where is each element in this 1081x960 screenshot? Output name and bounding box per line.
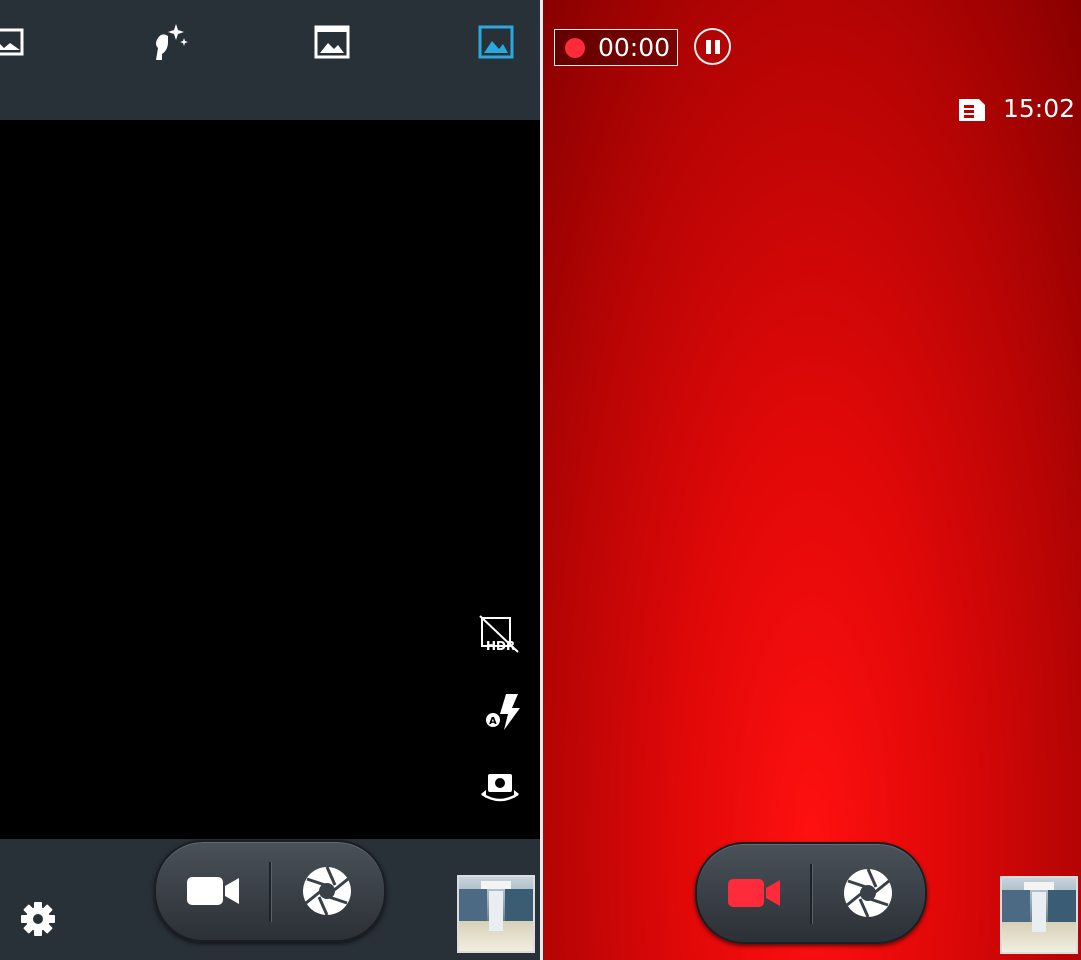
switch-camera-icon xyxy=(481,774,519,802)
recording-time: 00:00 xyxy=(598,33,671,62)
right-recording-screen: 00:00 15:02 xyxy=(543,0,1081,960)
flash-auto-icon: A xyxy=(486,694,520,730)
thumb-shelf-left xyxy=(1002,890,1030,924)
gallery-thumbnail[interactable] xyxy=(457,875,535,953)
frame-mode-button[interactable] xyxy=(308,18,356,66)
thumb-sign xyxy=(481,881,511,889)
landscape-mode-button[interactable] xyxy=(472,18,520,66)
photo-frame-icon xyxy=(314,25,350,59)
hdr-toggle[interactable]: HDR xyxy=(478,612,522,656)
stop-record-button[interactable] xyxy=(697,844,811,942)
mode-bar xyxy=(0,0,540,120)
shutter-icon xyxy=(844,868,892,918)
record-dot-icon xyxy=(565,37,585,58)
shutter-icon xyxy=(303,866,351,916)
flash-toggle[interactable]: A xyxy=(480,690,524,734)
pause-button[interactable] xyxy=(694,28,731,65)
capture-pill xyxy=(695,842,927,944)
video-camera-icon xyxy=(187,877,239,905)
video-camera-icon xyxy=(728,879,780,907)
settings-button[interactable] xyxy=(18,899,58,939)
gear-icon xyxy=(21,902,55,936)
panorama-icon xyxy=(0,28,24,56)
remaining-time: 15:02 xyxy=(1003,94,1076,123)
left-camera-screen: HDR A xyxy=(0,0,540,960)
thumb-sign xyxy=(1024,882,1054,890)
beauty-mode-button[interactable] xyxy=(144,18,192,66)
switch-camera-button[interactable] xyxy=(478,766,522,810)
thumb-aisle xyxy=(1032,892,1046,932)
panorama-mode-button[interactable] xyxy=(0,18,26,66)
svg-text:A: A xyxy=(489,716,497,727)
beauty-face-icon xyxy=(156,24,188,60)
recording-indicator: 00:00 xyxy=(554,29,678,66)
video-record-button[interactable] xyxy=(156,842,270,940)
thumb-shelf-right xyxy=(1048,890,1076,924)
capture-pill xyxy=(154,840,386,942)
shutter-button[interactable] xyxy=(270,842,384,940)
bottom-bar xyxy=(0,839,540,960)
thumb-shelf-left xyxy=(459,889,487,923)
thumb-shelf-right xyxy=(505,889,533,923)
pause-icon xyxy=(705,39,711,54)
hdr-off-icon: HDR xyxy=(479,615,519,653)
shutter-button[interactable] xyxy=(811,844,925,942)
gallery-thumbnail[interactable] xyxy=(1000,876,1078,954)
sd-card-icon xyxy=(959,99,985,121)
landscape-icon xyxy=(478,25,514,59)
thumb-aisle xyxy=(489,891,503,931)
